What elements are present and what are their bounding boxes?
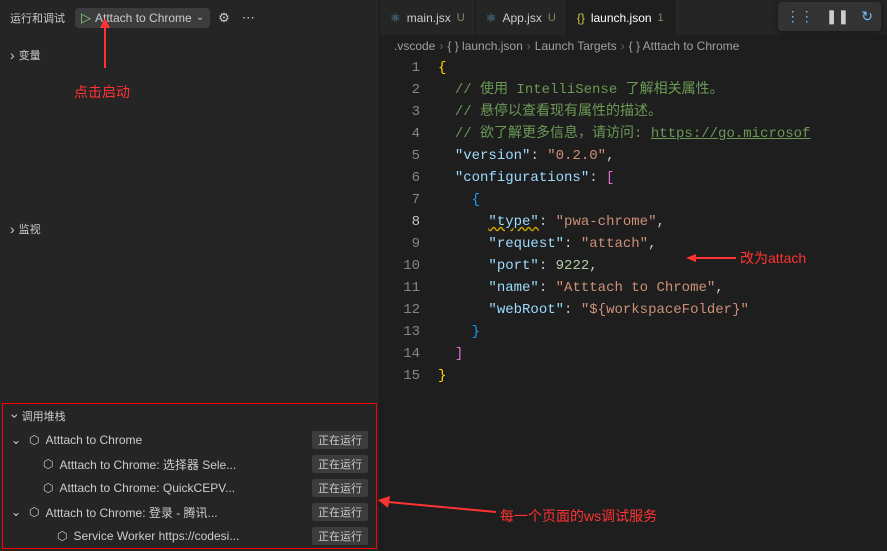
config-selector[interactable]: ▷ Atttach to Chrome ⌄: [75, 8, 210, 28]
breadcrumb-item[interactable]: Launch Targets: [535, 39, 617, 53]
config-name: Atttach to Chrome: [95, 11, 192, 25]
breadcrumb-separator: ›: [621, 39, 625, 53]
pause-button[interactable]: ❚❚: [821, 5, 854, 28]
call-stack-header[interactable]: 调用堆栈: [3, 404, 376, 428]
call-stack-item[interactable]: ⬡ Atttach to Chrome: QuickCEPV... 正在运行: [3, 476, 376, 500]
code-line[interactable]: "name": "Atttach to Chrome",: [438, 277, 887, 299]
call-stack-item[interactable]: ⌄ ⬡ Atttach to Chrome: 登录 - 腾讯... 正在运行: [3, 500, 376, 524]
gear-icon[interactable]: ⚙: [214, 10, 234, 26]
status-badge: 正在运行: [312, 479, 368, 497]
breadcrumb-item[interactable]: .vscode: [394, 39, 435, 53]
chevron-icon: ⌄: [11, 433, 23, 447]
file-icon: {}: [577, 11, 585, 25]
tab-label: launch.json: [591, 11, 652, 25]
bug-icon: ⬡: [57, 529, 67, 543]
bug-icon: ⬡: [43, 481, 53, 495]
code-line[interactable]: "version": "0.2.0",: [438, 145, 887, 167]
tab-modified-indicator: 1: [658, 12, 664, 24]
status-badge: 正在运行: [312, 527, 368, 545]
annotation-ws: 每一个页面的ws调试服务: [500, 506, 657, 526]
annotation-click-start: 点击启动: [74, 82, 130, 102]
debug-controls: ⋮⋮ ❚❚ ↻: [778, 2, 881, 31]
code-line[interactable]: // 使用 IntelliSense 了解相关属性。: [438, 79, 887, 101]
bug-icon: ⬡: [43, 457, 53, 471]
code-line[interactable]: }: [438, 321, 887, 343]
tab-label: main.jsx: [407, 11, 451, 25]
annotation-attach: 改为attach: [740, 248, 806, 268]
code-line[interactable]: "webRoot": "${workspaceFolder}": [438, 299, 887, 321]
call-stack-item[interactable]: ⬡ Atttach to Chrome: 选择器 Sele... 正在运行: [3, 452, 376, 476]
stack-label: Atttach to Chrome: 登录 - 腾讯...: [45, 504, 306, 521]
breadcrumb-item[interactable]: { } launch.json: [447, 39, 522, 53]
variables-section-header[interactable]: 变量: [0, 43, 379, 67]
bug-icon: ⬡: [29, 433, 39, 447]
debug-header: 运行和调试 ▷ Atttach to Chrome ⌄ ⚙ ⋯: [0, 0, 379, 35]
status-badge: 正在运行: [312, 455, 368, 473]
breadcrumb-separator: ›: [527, 39, 531, 53]
code-line[interactable]: {: [438, 189, 887, 211]
stack-label: Atttach to Chrome: 选择器 Sele...: [59, 456, 306, 473]
code-lines[interactable]: { // 使用 IntelliSense 了解相关属性。 // 悬停以查看现有属…: [438, 57, 887, 551]
bug-icon: ⬡: [29, 505, 39, 519]
more-icon[interactable]: ⋯: [238, 10, 259, 26]
status-badge: 正在运行: [312, 503, 368, 521]
stack-label: Service Worker https://codesi...: [73, 529, 306, 543]
code-editor[interactable]: 123456789101112131415 { // 使用 IntelliSen…: [380, 57, 887, 551]
code-line[interactable]: }: [438, 365, 887, 387]
call-stack-item[interactable]: ⌄ ⬡ Atttach to Chrome 正在运行: [3, 428, 376, 452]
stack-label: Atttach to Chrome: QuickCEPV...: [59, 481, 306, 495]
chevron-icon: ⌄: [11, 505, 23, 519]
tab-main.jsx[interactable]: ⚛ main.jsx U: [380, 0, 476, 35]
file-icon: ⚛: [390, 11, 401, 25]
code-line[interactable]: "request": "attach",: [438, 233, 887, 255]
file-icon: ⚛: [486, 11, 497, 25]
code-line[interactable]: {: [438, 57, 887, 79]
chevron-down-icon[interactable]: ⌄: [196, 12, 204, 23]
debug-title: 运行和调试: [4, 10, 71, 26]
play-icon[interactable]: ▷: [81, 10, 91, 26]
tab-modified-indicator: U: [548, 12, 556, 24]
code-line[interactable]: "type": "pwa-chrome",: [438, 211, 887, 233]
code-line[interactable]: ]: [438, 343, 887, 365]
tab-App.jsx[interactable]: ⚛ App.jsx U: [476, 0, 567, 35]
line-gutter: 123456789101112131415: [380, 57, 438, 551]
tab-label: App.jsx: [503, 11, 542, 25]
call-stack-item[interactable]: ⬡ Service Worker https://codesi... 正在运行: [3, 524, 376, 548]
tab-modified-indicator: U: [457, 12, 465, 24]
status-badge: 正在运行: [312, 431, 368, 449]
grip-icon[interactable]: ⋮⋮: [781, 5, 819, 28]
tab-launch.json[interactable]: {} launch.json 1: [567, 0, 675, 35]
call-stack-section: 调用堆栈 ⌄ ⬡ Atttach to Chrome 正在运行 ⬡ Atttach to …: [2, 403, 377, 549]
watch-section-header[interactable]: 监视: [0, 217, 379, 241]
restart-button[interactable]: ↻: [856, 5, 878, 28]
code-line[interactable]: // 欲了解更多信息，请访问: https://go.microsof: [438, 123, 887, 145]
breadcrumb-item[interactable]: { } Atttach to Chrome: [629, 39, 740, 53]
code-line[interactable]: "configurations": [: [438, 167, 887, 189]
breadcrumb[interactable]: .vscode › { } launch.json › Launch Targets › {…: [380, 35, 887, 57]
stack-label: Atttach to Chrome: [45, 433, 306, 447]
code-line[interactable]: // 悬停以查看现有属性的描述。: [438, 101, 887, 123]
breadcrumb-separator: ›: [439, 39, 443, 53]
code-line[interactable]: "port": 9222,: [438, 255, 887, 277]
